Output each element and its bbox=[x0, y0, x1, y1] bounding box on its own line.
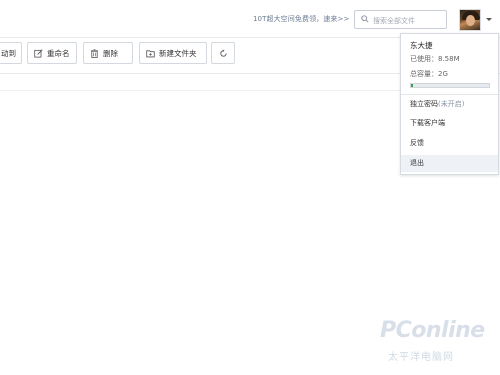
rename-button[interactable]: 重命名 bbox=[27, 42, 77, 64]
delete-button[interactable]: 删除 bbox=[83, 42, 133, 64]
menu-item-password[interactable]: 独立密码(未开启) bbox=[401, 96, 498, 112]
watermark-cn: 太平洋电脑网 bbox=[388, 352, 454, 363]
avatar-face bbox=[466, 15, 475, 26]
delete-button-label: 删除 bbox=[103, 48, 118, 58]
menu-item-logout-label: 退出 bbox=[410, 159, 424, 167]
menu-item-client-label: 下载客户端 bbox=[410, 119, 445, 127]
new-folder-button-label: 新建文件夹 bbox=[159, 48, 197, 58]
storage-used: 已使用：8.58M bbox=[410, 55, 460, 63]
folder-plus-icon bbox=[146, 49, 155, 57]
menu-item-feedback-label: 反馈 bbox=[410, 139, 424, 147]
refresh-button[interactable] bbox=[211, 42, 235, 64]
storage-total: 总容量：2G bbox=[410, 70, 448, 78]
refresh-icon bbox=[219, 49, 227, 57]
user-menu: 东大捷 已使用：8.58M 总容量：2G 独立密码(未开启) 下载客户端 反馈 … bbox=[400, 33, 499, 175]
move-button[interactable]: 动到 bbox=[0, 42, 22, 64]
edit-icon bbox=[34, 48, 43, 58]
trash-icon bbox=[90, 48, 99, 58]
new-folder-button[interactable]: 新建文件夹 bbox=[139, 42, 207, 64]
rename-button-label: 重命名 bbox=[47, 48, 70, 58]
search-icon bbox=[361, 15, 369, 23]
watermark: PConline 太平洋电脑网 bbox=[380, 318, 492, 368]
watermark-brand: PConline bbox=[380, 318, 485, 343]
storage-progress-bar bbox=[410, 83, 490, 88]
menu-item-download-client[interactable]: 下载客户端 bbox=[401, 115, 498, 131]
chevron-down-icon[interactable] bbox=[486, 18, 492, 21]
avatar[interactable] bbox=[459, 9, 481, 31]
move-button-label: 动到 bbox=[1, 48, 16, 58]
menu-item-feedback[interactable]: 反馈 bbox=[401, 135, 498, 151]
menu-item-password-label: 独立密码 bbox=[410, 100, 438, 108]
promo-link[interactable]: 10T超大空间免费领，速来>> bbox=[253, 14, 349, 24]
menu-item-logout[interactable]: 退出 bbox=[401, 155, 498, 172]
search-placeholder: 搜索全部文件 bbox=[373, 17, 415, 25]
menu-item-password-note: (未开启) bbox=[438, 100, 465, 108]
username: 东大捷 bbox=[410, 41, 433, 50]
search-box[interactable]: 搜索全部文件 bbox=[354, 10, 447, 29]
menu-divider bbox=[401, 94, 498, 95]
storage-progress-fill bbox=[411, 84, 413, 87]
